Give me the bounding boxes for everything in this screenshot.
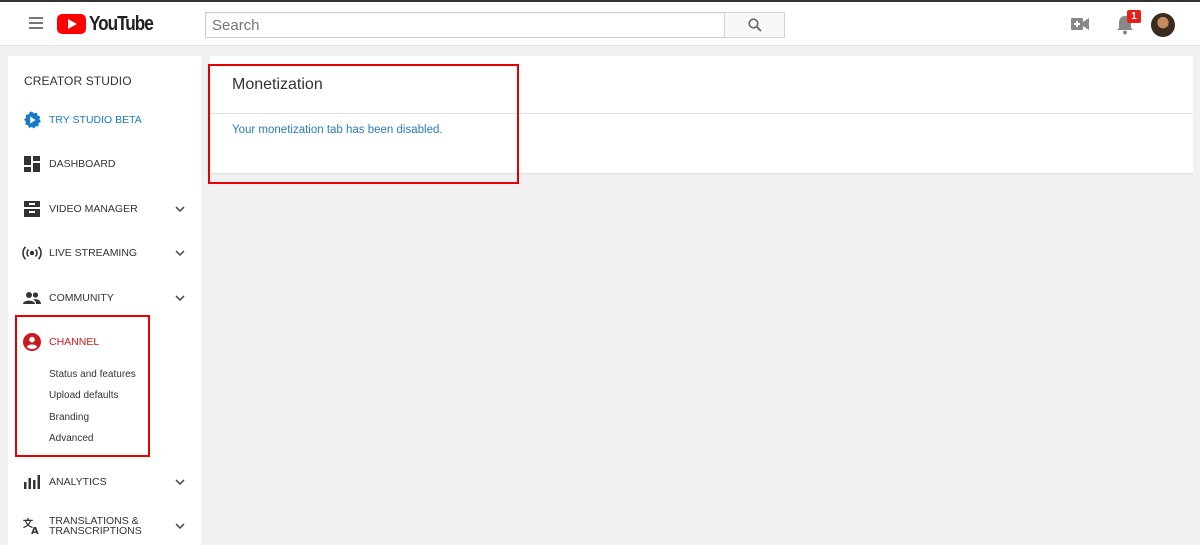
analytics-icon <box>23 473 41 491</box>
sidebar-item-community[interactable]: COMMUNITY <box>8 280 201 316</box>
dashboard-icon <box>23 155 41 173</box>
account-circle-icon <box>23 333 41 351</box>
notification-count-badge: 1 <box>1127 10 1141 23</box>
hamburger-menu-icon[interactable] <box>29 17 43 29</box>
translate-icon: 文 A <box>23 517 41 535</box>
create-video-icon[interactable] <box>1071 17 1089 31</box>
sidebar-item-channel[interactable]: CHANNEL <box>8 324 201 360</box>
search-icon <box>748 18 762 32</box>
sidebar-item-dashboard[interactable]: DASHBOARD <box>8 146 201 182</box>
logo-text: YouTube <box>89 12 154 35</box>
chevron-down-icon[interactable] <box>175 479 185 485</box>
sidebar-item-label: CHANNEL <box>49 336 100 348</box>
sidebar-item-translations[interactable]: 文 A TRANSLATIONS & TRANSCRIPTIONS <box>8 508 201 544</box>
avatar[interactable] <box>1151 13 1175 37</box>
youtube-logo[interactable]: YouTube <box>57 13 163 35</box>
svg-text:A: A <box>31 526 39 535</box>
youtube-play-icon <box>57 14 86 34</box>
page-title: Monetization <box>232 76 323 93</box>
sidebar-item-analytics[interactable]: ANALYTICS <box>8 464 201 500</box>
sidebar: CREATOR STUDIO TRY STUDIO BETA DASHBOARD <box>8 56 201 545</box>
sidebar-item-label: ANALYTICS <box>49 476 107 488</box>
sidebar-item-live-streaming[interactable]: LIVE STREAMING <box>8 235 201 271</box>
sidebar-item-label: VIDEO MANAGER <box>49 203 138 215</box>
sidebar-item-try-studio-beta[interactable]: TRY STUDIO BETA <box>8 102 201 138</box>
search-input[interactable] <box>205 12 725 38</box>
sidebar-item-video-manager[interactable]: VIDEO MANAGER <box>8 191 201 227</box>
chevron-down-icon[interactable] <box>175 206 185 212</box>
sidebar-item-label: LIVE STREAMING <box>49 247 138 259</box>
channel-subitem-upload-defaults[interactable]: Upload defaults <box>49 390 119 401</box>
chevron-down-icon[interactable] <box>175 295 185 301</box>
sidebar-item-label: COMMUNITY <box>49 292 114 304</box>
gear-icon <box>23 111 41 129</box>
monetization-status-message: Your monetization tab has been disabled. <box>232 124 443 136</box>
monetization-card: Monetization Your monetization tab has b… <box>210 56 1193 173</box>
community-icon <box>23 289 41 307</box>
sidebar-title: CREATOR STUDIO <box>24 74 132 88</box>
channel-subitem-branding[interactable]: Branding <box>49 412 89 423</box>
chevron-down-icon[interactable] <box>175 250 185 256</box>
chevron-down-icon[interactable] <box>175 523 185 529</box>
sidebar-item-label: TRY STUDIO BETA <box>49 114 142 126</box>
card-header: Monetization <box>210 56 1193 114</box>
channel-subitem-advanced[interactable]: Advanced <box>49 433 93 444</box>
live-streaming-icon <box>22 244 42 262</box>
channel-subitem-status-and-features[interactable]: Status and features <box>49 369 136 380</box>
search-button[interactable] <box>724 12 785 38</box>
sidebar-item-label: DASHBOARD <box>49 158 116 170</box>
sidebar-item-label-line2: TRANSCRIPTIONS <box>49 525 142 537</box>
video-manager-icon <box>23 200 41 218</box>
top-bar: YouTube 1 <box>0 0 1200 46</box>
